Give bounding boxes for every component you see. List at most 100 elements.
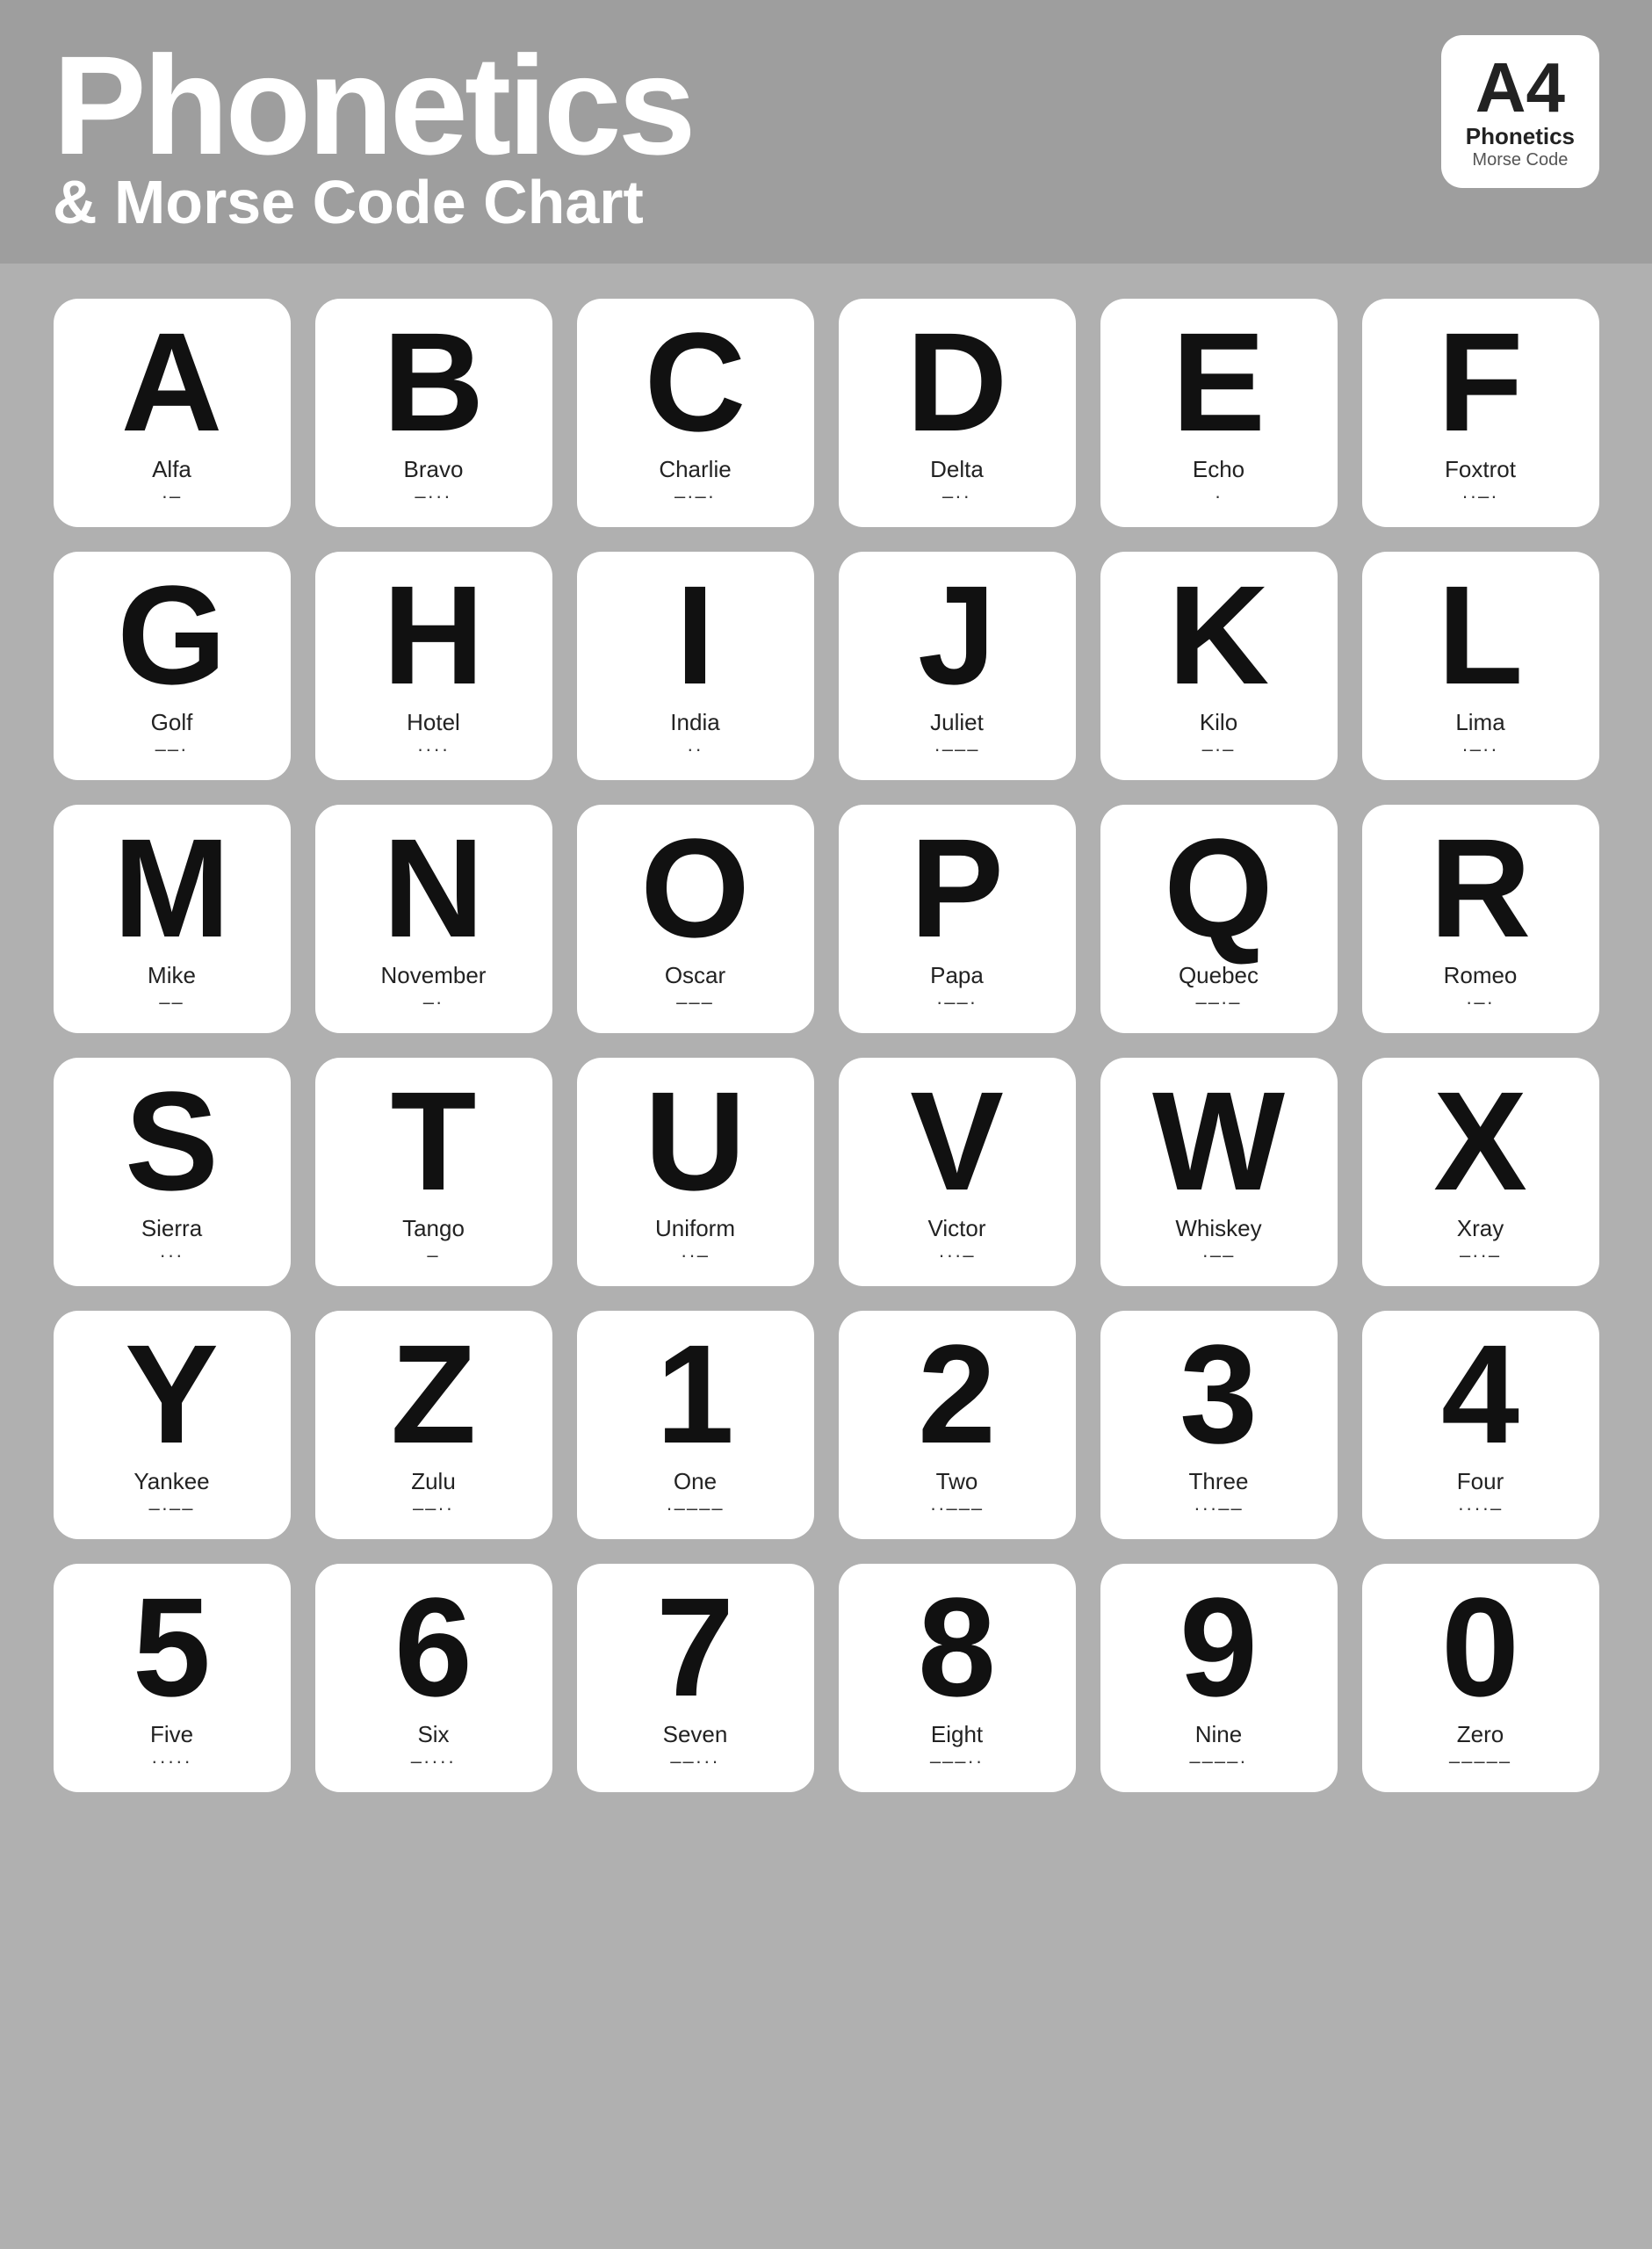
- card-9: 9Nine––––·: [1100, 1564, 1338, 1792]
- card-character: 8: [918, 1577, 996, 1717]
- card-o: OOscar–––: [577, 805, 814, 1033]
- card-character: U: [645, 1071, 747, 1211]
- card-phonetic-name: Echo: [1193, 456, 1244, 483]
- card-character: Y: [125, 1324, 219, 1464]
- card-phonetic-name: Two: [936, 1468, 978, 1495]
- card-character: Z: [391, 1324, 477, 1464]
- card-character: V: [910, 1071, 1004, 1211]
- card-morse-code: ––···: [670, 1750, 719, 1773]
- card-q: QQuebec––·–: [1100, 805, 1338, 1033]
- card-character: T: [391, 1071, 477, 1211]
- card-character: M: [113, 818, 230, 958]
- card-r: R Romeo·–·: [1362, 805, 1599, 1033]
- card-x: XXray–··–: [1362, 1058, 1599, 1286]
- card-phonetic-name: Xray: [1457, 1215, 1504, 1242]
- card-phonetic-name: Sierra: [141, 1215, 202, 1242]
- card-u: UUniform··–: [577, 1058, 814, 1286]
- card-y: YYankee–·––: [54, 1311, 291, 1539]
- badge-size: A4: [1466, 53, 1575, 123]
- card-character: L: [1438, 565, 1524, 705]
- header-title: Phonetics & Morse Code Chart: [53, 35, 693, 237]
- card-5: 5Five·····: [54, 1564, 291, 1792]
- card-phonetic-name: Hotel: [407, 709, 460, 736]
- card-morse-code: ––·–: [1195, 991, 1241, 1014]
- card-phonetic-name: Mike: [148, 962, 196, 989]
- card-phonetic-name: Juliet: [930, 709, 984, 736]
- badge-line1: Phonetics: [1466, 123, 1575, 150]
- card-character: P: [910, 818, 1004, 958]
- card-character: 3: [1179, 1324, 1258, 1464]
- card-k: K Kilo–·–: [1100, 552, 1338, 780]
- grid-row-0: AAlfa·–BBravo–···CCharlie–·–·DDelta–··EE…: [44, 299, 1608, 527]
- card-character: 5: [133, 1577, 211, 1717]
- card-morse-code: ––––·: [1189, 1750, 1247, 1773]
- card-n: NNovember–·: [315, 805, 552, 1033]
- card-phonetic-name: Kilo: [1200, 709, 1237, 736]
- phonetics-grid: AAlfa·–BBravo–···CCharlie–·–·DDelta–··EE…: [0, 264, 1652, 2249]
- card-character: 7: [656, 1577, 734, 1717]
- card-morse-code: ··–––: [930, 1497, 984, 1520]
- grid-row-4: YYankee–·––ZZulu––··1One·––––2Two··–––3T…: [44, 1311, 1608, 1539]
- card-phonetic-name: Victor: [928, 1215, 986, 1242]
- card-morse-code: ··: [687, 738, 703, 761]
- card-morse-code: –·: [423, 991, 444, 1014]
- card-7: 7Seven––···: [577, 1564, 814, 1792]
- card-phonetic-name: Golf: [151, 709, 193, 736]
- card-i: IIndia··: [577, 552, 814, 780]
- card-morse-code: ···: [160, 1244, 184, 1267]
- card-morse-code: ––·: [155, 738, 189, 761]
- card-4: 4Four····–: [1362, 1311, 1599, 1539]
- card-morse-code: –·–: [1202, 738, 1236, 761]
- card-8: 8Eight–––··: [839, 1564, 1076, 1792]
- card-d: DDelta–··: [839, 299, 1076, 527]
- card-phonetic-name: Papa: [930, 962, 984, 989]
- badge-line2: Morse Code: [1466, 150, 1575, 170]
- card-morse-code: –––: [676, 991, 714, 1014]
- card-morse-code: ··–·: [1461, 485, 1498, 508]
- card-morse-code: ····: [417, 738, 450, 761]
- card-3: 3Three···––: [1100, 1311, 1338, 1539]
- card-phonetic-name: Bravo: [404, 456, 464, 483]
- card-morse-code: –––––: [1449, 1750, 1511, 1773]
- card-morse-code: ·––: [1202, 1244, 1236, 1267]
- card-morse-code: ·–·: [1466, 991, 1495, 1014]
- card-morse-code: –··: [942, 485, 971, 508]
- card-character: F: [1438, 312, 1524, 452]
- card-a: AAlfa·–: [54, 299, 291, 527]
- main-title: Phonetics: [53, 35, 693, 176]
- card-morse-code: ····–: [1458, 1497, 1504, 1520]
- card-1: 1One·––––: [577, 1311, 814, 1539]
- card-character: X: [1433, 1071, 1527, 1211]
- card-morse-code: ·····: [151, 1750, 192, 1773]
- card-phonetic-name: Zero: [1457, 1721, 1504, 1748]
- card-phonetic-name: Delta: [930, 456, 984, 483]
- card-character: C: [645, 312, 747, 452]
- card-character: E: [1172, 312, 1266, 452]
- card-m: MMike––: [54, 805, 291, 1033]
- card-morse-code: ·–––: [934, 738, 979, 761]
- card-morse-code: ·––––: [666, 1497, 724, 1520]
- card-phonetic-name: Whiskey: [1175, 1215, 1261, 1242]
- grid-row-5: 5Five·····6Six–····7Seven––···8Eight–––·…: [44, 1564, 1608, 1792]
- card-character: 9: [1179, 1577, 1258, 1717]
- card-phonetic-name: Eight: [931, 1721, 983, 1748]
- card-phonetic-name: India: [670, 709, 719, 736]
- card-2: 2Two··–––: [839, 1311, 1076, 1539]
- card-morse-code: ·: [1215, 485, 1223, 508]
- card-character: K: [1168, 565, 1270, 705]
- card-morse-code: ·––·: [936, 991, 977, 1014]
- card-character: R: [1430, 818, 1532, 958]
- card-morse-code: –···: [415, 485, 451, 508]
- card-morse-code: ––··: [413, 1497, 454, 1520]
- card-character: N: [383, 818, 485, 958]
- card-character: 1: [656, 1324, 734, 1464]
- card-morse-code: –·––: [148, 1497, 194, 1520]
- card-phonetic-name: Alfa: [152, 456, 191, 483]
- card-phonetic-name: Romeo: [1444, 962, 1518, 989]
- card-j: JJuliet·–––: [839, 552, 1076, 780]
- card-morse-code: –·–·: [675, 485, 716, 508]
- card-6: 6Six–····: [315, 1564, 552, 1792]
- card-e: E Echo·: [1100, 299, 1338, 527]
- card-w: WWhiskey·––: [1100, 1058, 1338, 1286]
- card-phonetic-name: Three: [1189, 1468, 1249, 1495]
